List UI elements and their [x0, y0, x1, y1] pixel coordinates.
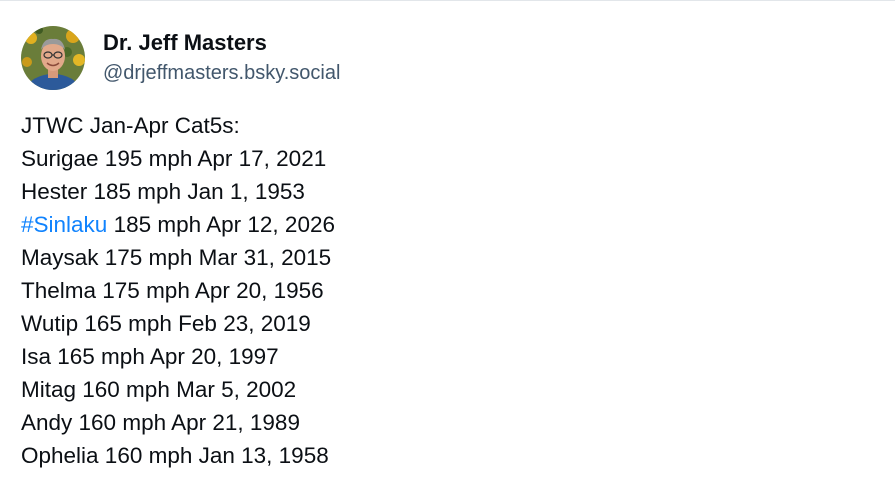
post-line: Maysak 175 mph Mar 31, 2015 — [21, 245, 332, 270]
post-line: Ophelia 160 mph Jan 13, 1958 — [21, 443, 329, 468]
post-card: Dr. Jeff Masters @drjeffmasters.bsky.soc… — [0, 0, 895, 487]
post-line: Isa 165 mph Apr 20, 1997 — [21, 344, 279, 369]
post-line-with-hashtag: #Sinlaku 185 mph Apr 12, 2026 — [21, 208, 335, 241]
author-handle[interactable]: @drjeffmasters.bsky.social — [103, 58, 340, 88]
post-line: Mitag 160 mph Mar 5, 2002 — [21, 377, 297, 402]
profile-photo-icon — [21, 26, 85, 90]
hashtag-link[interactable]: #Sinlaku — [21, 212, 107, 237]
post-line-intro: JTWC Jan-Apr Cat5s: — [21, 113, 240, 138]
post-line: Surigae 195 mph Apr 17, 2021 — [21, 146, 327, 171]
post-line-rest: 185 mph Apr 12, 2026 — [107, 212, 335, 237]
post-line: Thelma 175 mph Apr 20, 1956 — [21, 278, 324, 303]
post-line: Andy 160 mph Apr 21, 1989 — [21, 410, 300, 435]
author-display-name[interactable]: Dr. Jeff Masters — [103, 28, 340, 58]
post-line: Hester 185 mph Jan 1, 1953 — [21, 179, 305, 204]
post-line: Wutip 165 mph Feb 23, 2019 — [21, 311, 311, 336]
avatar[interactable] — [21, 26, 85, 90]
author-block: Dr. Jeff Masters @drjeffmasters.bsky.soc… — [103, 28, 340, 88]
post-text: JTWC Jan-Apr Cat5s: Surigae 195 mph Apr … — [21, 109, 335, 472]
